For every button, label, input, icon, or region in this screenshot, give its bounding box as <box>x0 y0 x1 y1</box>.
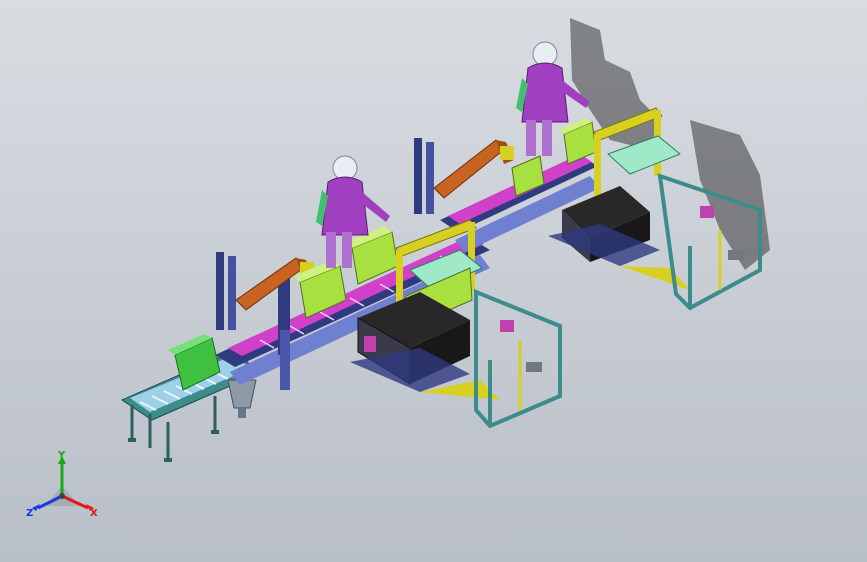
hopper-funnel <box>227 379 257 418</box>
y-axis-label: Y <box>57 450 66 461</box>
x-axis-label: X <box>90 508 98 519</box>
assembly-line-drawing <box>120 18 770 462</box>
cad-viewport[interactable]: Y X Z <box>0 0 867 562</box>
z-axis-label: Z <box>26 508 33 519</box>
axis-triad-icon: Y X Z <box>26 450 98 519</box>
